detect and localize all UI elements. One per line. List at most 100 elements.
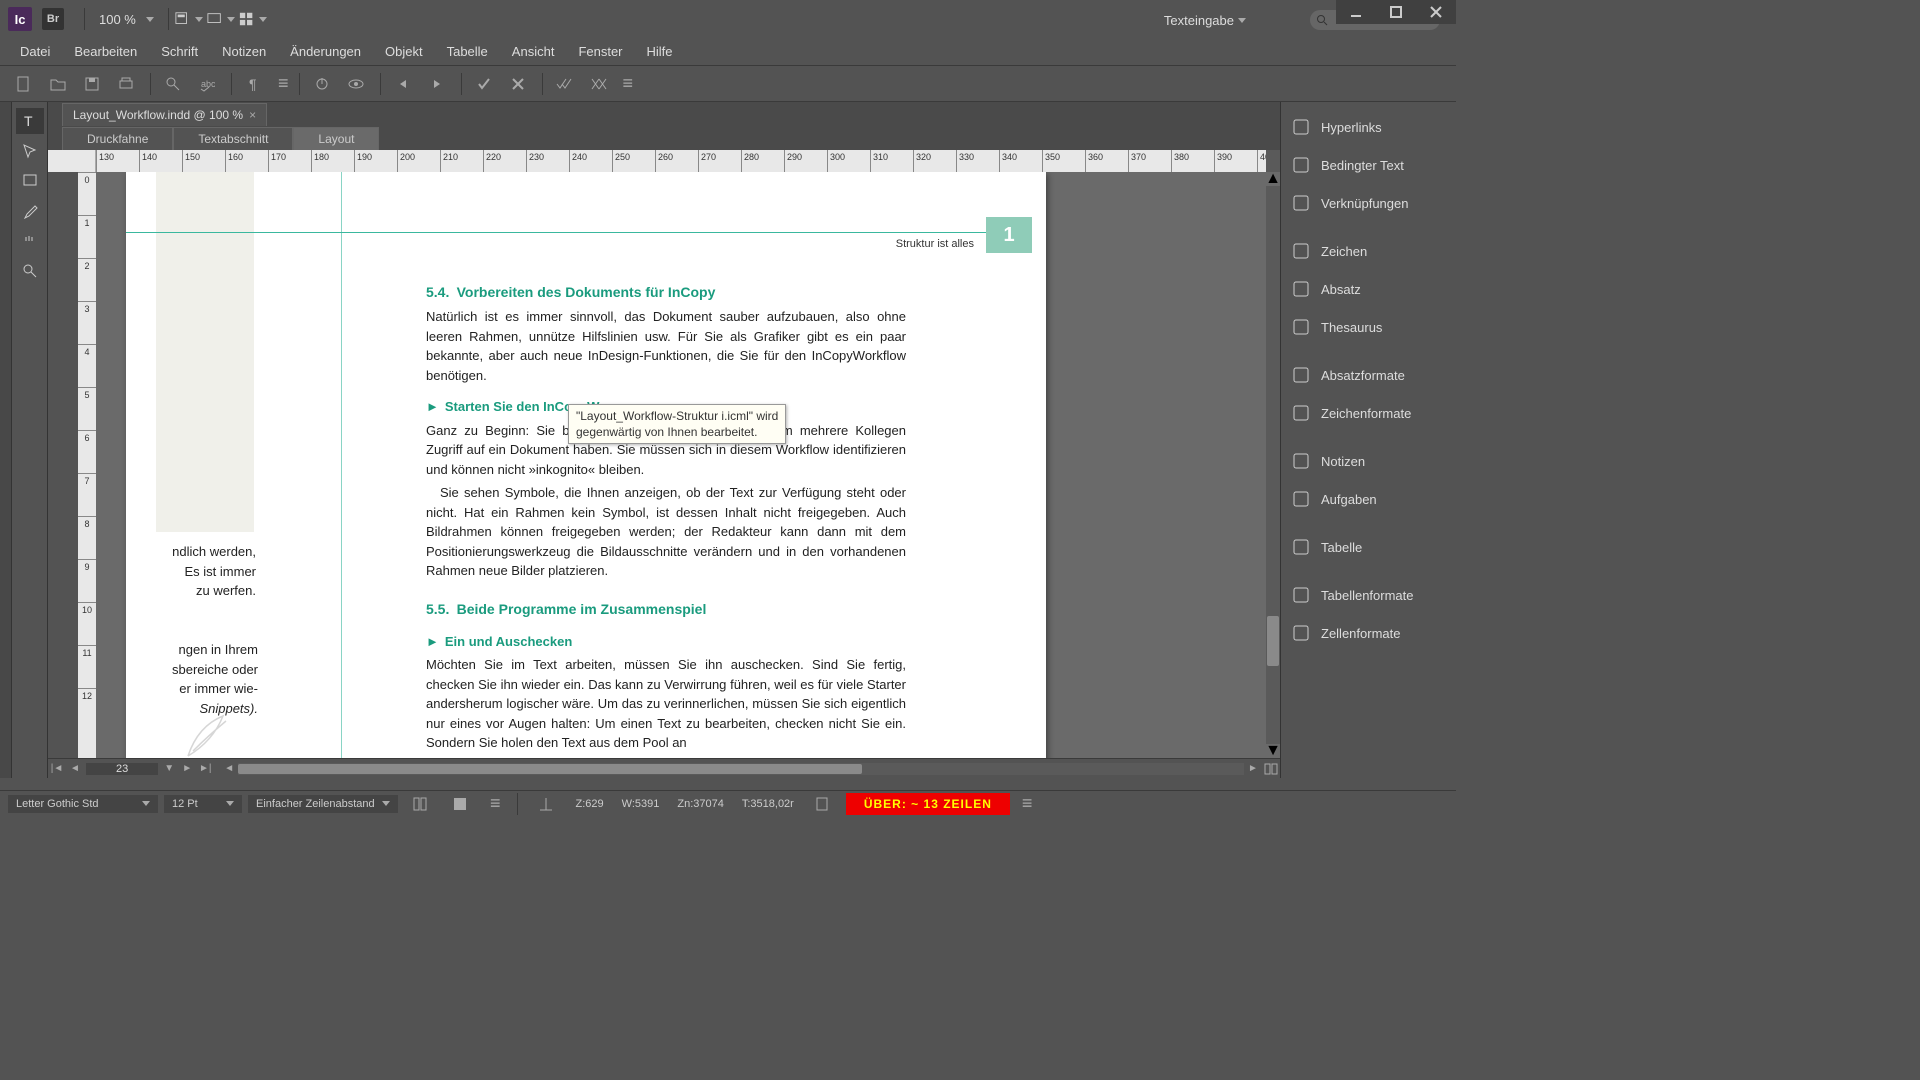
menu-hilfe[interactable]: Hilfe: [635, 40, 685, 63]
panel-menu-icon[interactable]: ≡: [623, 73, 632, 94]
divider: [542, 73, 543, 95]
panel-aufgaben[interactable]: Aufgaben: [1281, 480, 1456, 518]
page-dropdown[interactable]: ▼: [160, 760, 178, 778]
find-icon[interactable]: [157, 70, 189, 98]
view-tab-layout[interactable]: Layout: [293, 127, 379, 150]
new-icon[interactable]: [8, 70, 40, 98]
text-frame-icon[interactable]: [444, 790, 476, 818]
bridge-button[interactable]: Br: [42, 8, 64, 30]
print-icon[interactable]: [110, 70, 142, 98]
thesaurus-icon: [1291, 317, 1311, 337]
panel-absatzformate[interactable]: Absatzformate: [1281, 356, 1456, 394]
menu-fenster[interactable]: Fenster: [566, 40, 634, 63]
spellcheck-icon[interactable]: abc: [191, 70, 223, 98]
panel-tabelle[interactable]: Tabelle: [1281, 528, 1456, 566]
last-page-button[interactable]: ►|: [196, 760, 214, 778]
hand-tool[interactable]: [16, 228, 44, 254]
power-icon[interactable]: [306, 70, 338, 98]
panel-thesaurus[interactable]: Thesaurus: [1281, 308, 1456, 346]
menu-änderungen[interactable]: Änderungen: [278, 40, 373, 63]
document-canvas[interactable]: Struktur ist alles 1 5.4. Vorbereiten de…: [96, 172, 1266, 758]
open-icon[interactable]: [42, 70, 74, 98]
maximize-button[interactable]: [1376, 0, 1416, 24]
scroll-down-icon[interactable]: ▼: [1266, 744, 1280, 758]
panel-zeichen[interactable]: Zeichen: [1281, 232, 1456, 270]
column-break-icon[interactable]: [404, 790, 436, 818]
eyedropper-tool[interactable]: [16, 198, 44, 224]
next-page-button[interactable]: ►: [178, 760, 196, 778]
fit-icon[interactable]: [806, 790, 838, 818]
panel-zeichenformate[interactable]: Zeichenformate: [1281, 394, 1456, 432]
pilcrow-icon[interactable]: ¶: [238, 70, 270, 98]
scroll-up-icon[interactable]: ▲: [1266, 172, 1280, 186]
font-family-dropdown[interactable]: Letter Gothic Std: [8, 795, 158, 813]
zoom-dropdown[interactable]: 100 %: [91, 8, 162, 31]
panel-absatz[interactable]: Absatz: [1281, 270, 1456, 308]
verknüpfungen-icon: [1291, 193, 1311, 213]
stats-icon[interactable]: [530, 790, 562, 818]
reject-icon[interactable]: [502, 70, 534, 98]
tabellenformate-icon: [1291, 585, 1311, 605]
minimize-button[interactable]: [1336, 0, 1376, 24]
position-tool[interactable]: [16, 138, 44, 164]
panel-zellenformate[interactable]: Zellenformate: [1281, 614, 1456, 652]
absatz-icon: [1291, 279, 1311, 299]
panel-menu-icon[interactable]: ≡: [490, 793, 499, 814]
panel-hyperlinks[interactable]: Hyperlinks: [1281, 108, 1456, 146]
word-count: W:5391: [616, 795, 666, 813]
bedingter text-icon: [1291, 155, 1311, 175]
zoom-tool[interactable]: [16, 258, 44, 284]
menu-schrift[interactable]: Schrift: [149, 40, 210, 63]
save-icon[interactable]: [76, 70, 108, 98]
aufgaben-icon: [1291, 489, 1311, 509]
menu-ansicht[interactable]: Ansicht: [500, 40, 567, 63]
panel-collapse-left[interactable]: [0, 102, 12, 778]
panel-menu-icon[interactable]: ≡: [1022, 793, 1031, 814]
eye-icon[interactable]: [340, 70, 372, 98]
split-view-icon[interactable]: [1262, 760, 1280, 778]
panel-tabellenformate[interactable]: Tabellenformate: [1281, 576, 1456, 614]
font-size-dropdown[interactable]: 12 Pt: [164, 795, 242, 813]
divider: [168, 8, 169, 30]
close-tab-icon[interactable]: ×: [249, 108, 256, 122]
panel-menu-icon[interactable]: ≡: [278, 73, 287, 94]
screen-mode-icon[interactable]: [207, 7, 235, 31]
prev-icon[interactable]: [387, 70, 419, 98]
next-icon[interactable]: [421, 70, 453, 98]
menu-objekt[interactable]: Objekt: [373, 40, 435, 63]
menu-datei[interactable]: Datei: [8, 40, 62, 63]
page-number-field[interactable]: 23: [86, 763, 158, 775]
type-tool[interactable]: T: [16, 108, 44, 134]
panel-verknüpfungen[interactable]: Verknüpfungen: [1281, 184, 1456, 222]
view-options-icon[interactable]: [175, 7, 203, 31]
panel-bedingter-text[interactable]: Bedingter Text: [1281, 146, 1456, 184]
leading-dropdown[interactable]: Einfacher Zeilenabstand: [248, 795, 398, 813]
first-page-button[interactable]: |◄: [48, 760, 66, 778]
view-tab-textabschnitt[interactable]: Textabschnitt: [173, 127, 293, 150]
document-tab[interactable]: Layout_Workflow.indd @ 100 %×: [62, 103, 267, 126]
note-tool[interactable]: [16, 168, 44, 194]
svg-text:T: T: [24, 113, 33, 129]
view-tab-druckfahne[interactable]: Druckfahne: [62, 127, 173, 150]
panel-notizen[interactable]: Notizen: [1281, 442, 1456, 480]
menu-bearbeiten[interactable]: Bearbeiten: [62, 40, 149, 63]
reject-all-icon[interactable]: [583, 70, 615, 98]
menu-tabelle[interactable]: Tabelle: [435, 40, 500, 63]
divider: [231, 73, 232, 95]
page-number-badge: 1: [986, 217, 1032, 253]
accept-icon[interactable]: [468, 70, 500, 98]
divider: [299, 73, 300, 95]
prev-page-button[interactable]: ◄: [66, 760, 84, 778]
arrange-docs-icon[interactable]: [239, 7, 267, 31]
accept-all-icon[interactable]: [549, 70, 581, 98]
scrollbar-thumb[interactable]: [1267, 616, 1279, 666]
horizontal-scrollbar[interactable]: ◄ ►: [220, 760, 1280, 778]
guide: [341, 172, 342, 758]
vertical-scrollbar[interactable]: ▲ ▼: [1266, 172, 1280, 758]
menu-notizen[interactable]: Notizen: [210, 40, 278, 63]
overflow-text: ndlich werden,Es ist immerzu werfen.: [156, 542, 256, 601]
zeichenformate-icon: [1291, 403, 1311, 423]
close-button[interactable]: [1416, 0, 1456, 24]
workspace-dropdown[interactable]: Texteingabe: [1154, 9, 1256, 32]
text-frame[interactable]: 5.4. Vorbereiten des Dokuments für InCop…: [426, 282, 906, 753]
